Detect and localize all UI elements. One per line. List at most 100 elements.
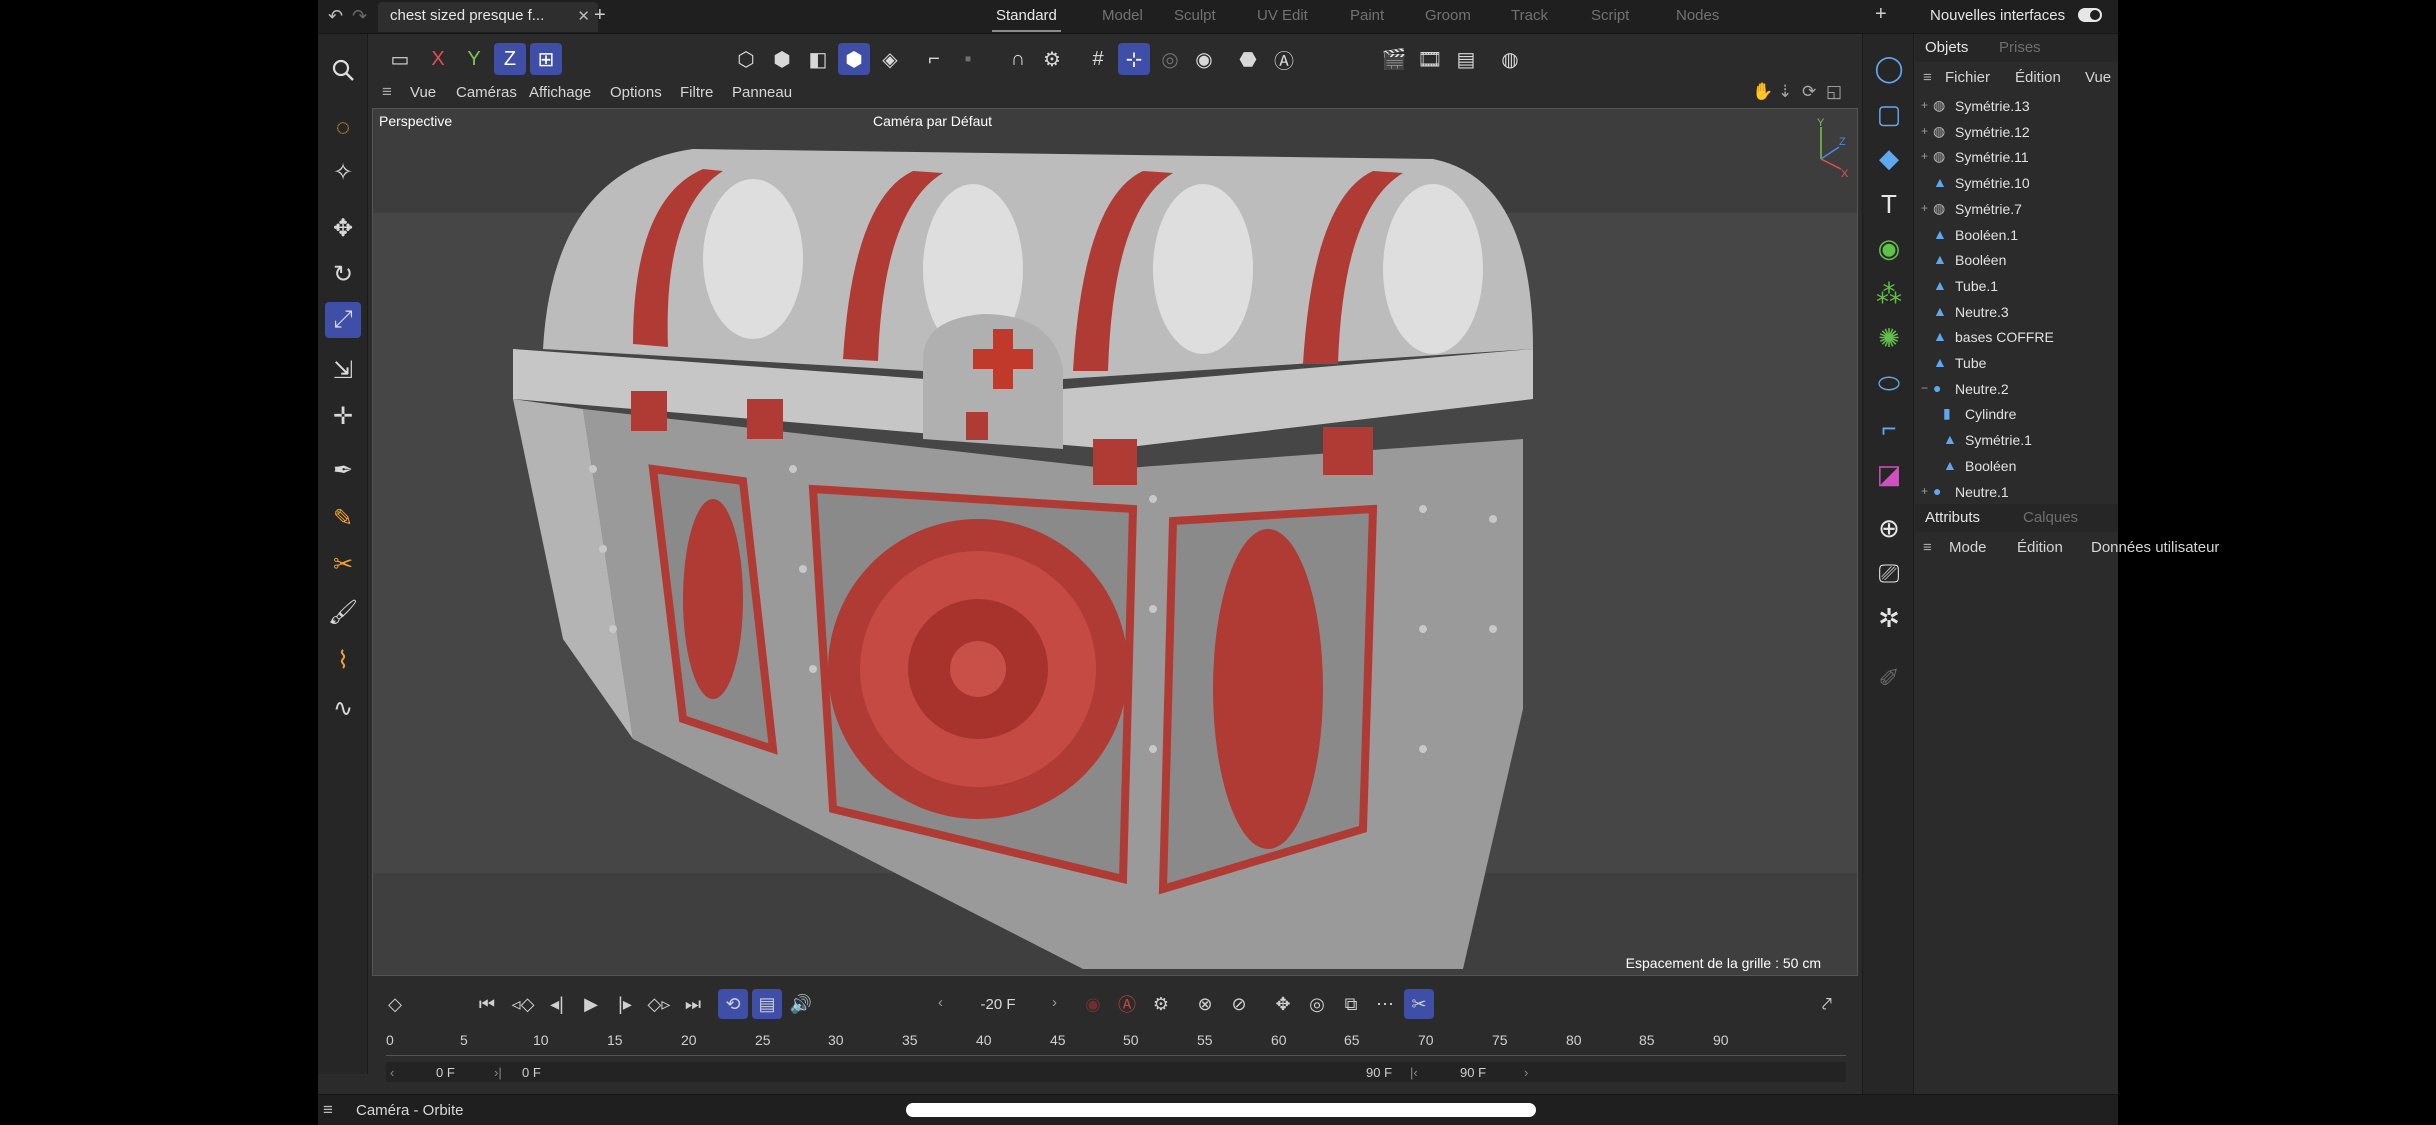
expand-toggle-icon[interactable]: + [1921, 484, 1928, 498]
range-right-arrow-icon[interactable]: › [1524, 1065, 1528, 1080]
key-settings-icon[interactable]: ⚙ [1146, 989, 1176, 1019]
object-row[interactable]: ▲ Tube [1915, 351, 2435, 376]
add-layout-button[interactable]: + [1875, 3, 1887, 26]
texture-mode-icon[interactable]: ▪ [952, 43, 984, 75]
new-tab-button[interactable]: + [594, 4, 606, 27]
expand-toggle-icon[interactable]: + [1921, 201, 1928, 215]
viewport-menu-options[interactable]: Options [610, 84, 662, 101]
light-icon[interactable]: ✲ [1869, 598, 1909, 638]
viewport-menu-affichage[interactable]: Affichage [529, 84, 591, 101]
menu-fichier[interactable]: Fichier [1945, 69, 1990, 86]
object-name[interactable]: Symétrie.10 [1955, 175, 2030, 191]
tab-attributs[interactable]: Attributs [1925, 509, 1980, 526]
expand-toggle-icon[interactable]: − [1921, 381, 1928, 395]
menu-edition[interactable]: Édition [2015, 69, 2061, 86]
layout-tab-groom[interactable]: Groom [1425, 7, 1471, 24]
current-frame-field[interactable]: -20 F [938, 992, 1058, 1018]
object-row[interactable]: + ● Neutre.1 [1915, 480, 2435, 505]
layout-tab-standard[interactable]: Standard [992, 7, 1061, 32]
object-row[interactable]: ▮ Cylindre [1915, 402, 2435, 427]
status-menu-icon[interactable]: ≡ [323, 1100, 333, 1120]
tab-calques[interactable]: Calques [2023, 509, 2078, 526]
object-name[interactable]: Symétrie.7 [1955, 201, 2022, 217]
viewport-camera-label[interactable]: Caméra par Défaut [873, 113, 992, 129]
live-select-icon[interactable]: ✧ [325, 154, 361, 190]
quantize-icon[interactable]: ◎ [1154, 43, 1186, 75]
object-row[interactable]: ▲ Booléen.1 [1915, 223, 2435, 248]
object-row[interactable]: + ◍ Symétrie.13 [1915, 94, 2435, 119]
select-icon[interactable]: ◌ [325, 110, 361, 146]
scale-icon[interactable]: ⤢ [325, 302, 361, 338]
model-mode-icon[interactable]: ⬢ [838, 43, 870, 75]
deformer-icon[interactable]: ✺ [1869, 318, 1909, 358]
knife-icon[interactable]: ✂ [325, 546, 361, 582]
key-pla-icon[interactable]: ⧉ [1336, 989, 1366, 1019]
layout-tab-paint[interactable]: Paint [1350, 7, 1384, 24]
spline-pen-icon[interactable]: ✒ [325, 452, 361, 488]
archive-icon[interactable]: ▭ [384, 43, 416, 75]
object-row[interactable]: + ◍ Symétrie.12 [1915, 120, 2435, 145]
object-row[interactable]: ▲ Neutre.3 [1915, 300, 2435, 325]
next-frame-icon[interactable]: |▸ [610, 989, 640, 1019]
object-name[interactable]: Neutre.3 [1955, 304, 2009, 320]
z-axis-lock[interactable]: Z [494, 43, 526, 75]
key-param-icon[interactable]: ◎ [1302, 989, 1332, 1019]
layout-tab-track[interactable]: Track [1511, 7, 1548, 24]
redo-icon[interactable]: ↷ [352, 6, 367, 27]
frame-increment-icon[interactable]: › [1052, 994, 1057, 1011]
key-position-icon[interactable]: ⊗ [1190, 989, 1220, 1019]
max-frame-field[interactable]: 90 F [1460, 1065, 1486, 1080]
object-name[interactable]: Tube [1955, 355, 1986, 371]
magnet-icon[interactable]: ∩ [1002, 43, 1034, 75]
layout-tab-model[interactable]: Model [1102, 7, 1143, 24]
play-icon[interactable]: ▶ [576, 989, 606, 1019]
tab-prises[interactable]: Prises [1999, 39, 2041, 56]
object-name[interactable]: Neutre.2 [1955, 381, 2009, 397]
close-icon[interactable]: ✕ [577, 7, 590, 25]
render-view-icon[interactable]: 🎞 [1414, 43, 1446, 75]
sketch-pen-icon[interactable]: ✐ [1869, 658, 1909, 698]
extrude-icon[interactable]: ⌇ [325, 642, 361, 678]
placement-icon[interactable]: ✛ [325, 398, 361, 434]
object-name[interactable]: Symétrie.11 [1955, 149, 2029, 165]
object-row[interactable]: ▲ Symétrie.10 [1915, 171, 2435, 196]
layout-tab-uv-edit[interactable]: UV Edit [1257, 7, 1308, 24]
new-interfaces-toggle[interactable] [2078, 8, 2102, 22]
object-row[interactable]: ▲ Booléen [1915, 454, 2435, 479]
grid-snap-icon[interactable]: # [1082, 43, 1114, 75]
viewport-menu-vue[interactable]: Vue [410, 84, 436, 101]
layout-tab-nodes[interactable]: Nodes [1676, 7, 1719, 24]
rotate-icon[interactable]: ↻ [325, 256, 361, 292]
object-name[interactable]: Symétrie.13 [1955, 98, 2030, 114]
expand-toggle-icon[interactable]: + [1921, 98, 1928, 112]
render-settings-icon[interactable]: ▤ [1450, 43, 1482, 75]
object-name[interactable]: bases COFFRE [1955, 329, 2054, 345]
preview-max-field[interactable]: 90 F [1366, 1065, 1392, 1080]
object-row[interactable]: ▲ bases COFFRE [1915, 325, 2435, 350]
expand-toggle-icon[interactable]: + [1921, 124, 1928, 138]
hamburger-icon[interactable]: ≡ [382, 82, 392, 102]
spline-rectangle-icon[interactable]: ▢ [1869, 94, 1909, 134]
attr-menu-edition[interactable]: Édition [2017, 539, 2063, 556]
tab-objets[interactable]: Objets [1925, 39, 1968, 56]
auto-key-filter-icon[interactable]: ✂ [1404, 989, 1434, 1019]
menu-vue[interactable]: Vue [2085, 69, 2111, 86]
object-row[interactable]: + ◍ Symétrie.7 [1915, 197, 2435, 222]
previous-frame-icon[interactable]: ◂| [542, 989, 572, 1019]
render-region-icon[interactable]: 🎬 [1378, 43, 1410, 75]
transform-icon[interactable]: ⇲ [325, 352, 361, 388]
cloner-icon[interactable]: ⁂ [1869, 274, 1909, 314]
viewport-menu-panneau[interactable]: Panneau [732, 84, 792, 101]
object-name[interactable]: Symétrie.12 [1955, 124, 2030, 140]
move-icon[interactable]: ✥ [325, 210, 361, 246]
scene-nodes-icon[interactable]: ◪ [1869, 454, 1909, 494]
layout-tab-sculpt[interactable]: Sculpt [1174, 7, 1216, 24]
object-row[interactable]: − ● Neutre.2 [1915, 377, 2435, 402]
maximize-view-icon[interactable]: ◱ [1826, 82, 1842, 102]
spline-tool-icon[interactable]: ✎ [325, 500, 361, 536]
autokey-icon[interactable]: Ⓐ [1112, 989, 1142, 1019]
lasso-select-icon[interactable]: ◯ [1869, 48, 1909, 88]
key-scale-icon[interactable]: ✥ [1268, 989, 1298, 1019]
pan-icon[interactable]: ✋ [1752, 82, 1773, 102]
axis-mode-icon[interactable]: ⌐ [918, 43, 950, 75]
